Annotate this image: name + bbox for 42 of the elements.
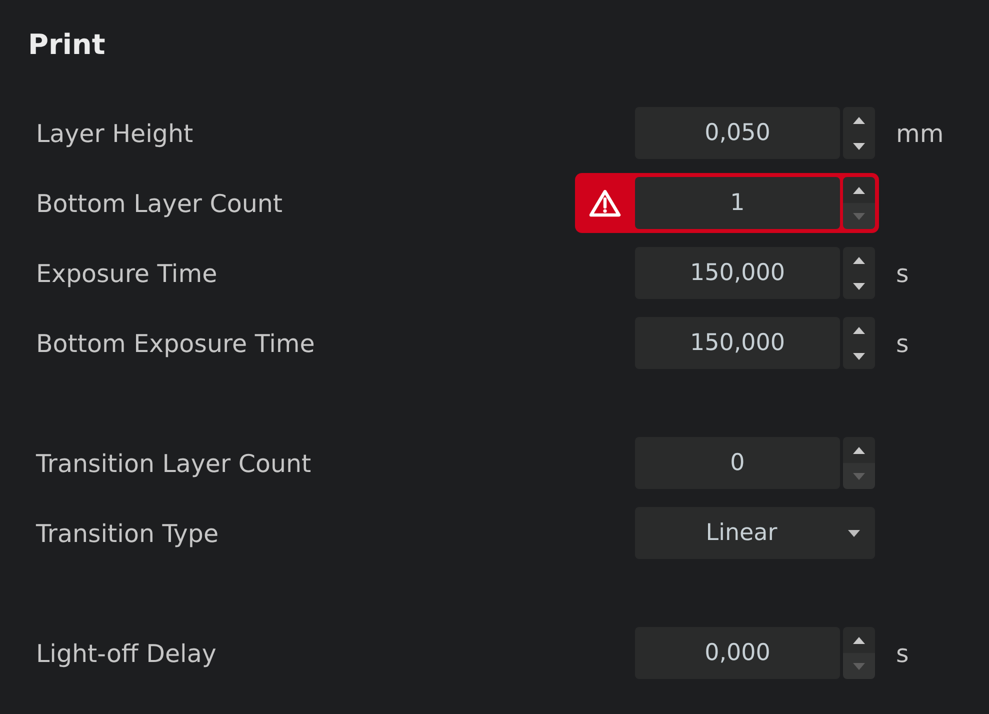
caret-up-icon (853, 116, 865, 124)
increment-button[interactable] (843, 247, 875, 273)
setting-label: Light-off Delay (36, 638, 216, 668)
setting-label: Bottom Exposure Time (36, 328, 315, 358)
caret-down-icon (853, 352, 865, 360)
number-field[interactable]: 0 (635, 437, 840, 489)
caret-down-icon (853, 212, 865, 220)
caret-down-icon (853, 472, 865, 480)
setting-label: Transition Layer Count (36, 448, 312, 478)
number-field[interactable]: 0,050 (635, 107, 840, 159)
section-title: Print (28, 27, 106, 63)
caret-up-icon (853, 256, 865, 264)
caret-up-icon (853, 446, 865, 454)
number-field[interactable]: 150,000 (635, 247, 840, 299)
increment-button[interactable] (843, 177, 875, 203)
decrement-button[interactable] (843, 133, 875, 159)
unit-label: s (896, 328, 909, 358)
unit-label: mm (896, 118, 944, 148)
caret-up-icon (853, 636, 865, 644)
setting-label: Exposure Time (36, 258, 218, 288)
caret-up-icon (853, 326, 865, 334)
increment-button[interactable] (843, 107, 875, 133)
number-field[interactable]: 1 (635, 177, 840, 229)
decrement-button[interactable] (843, 343, 875, 369)
caret-down-icon (848, 530, 860, 536)
number-field[interactable]: 150,000 (635, 317, 840, 369)
increment-button[interactable] (843, 627, 875, 653)
caret-down-icon (853, 662, 865, 670)
increment-button[interactable] (843, 437, 875, 463)
decrement-button[interactable] (843, 273, 875, 299)
increment-button[interactable] (843, 317, 875, 343)
number-field[interactable]: 0,000 (635, 627, 840, 679)
warning-icon (589, 189, 621, 217)
setting-label: Transition Type (36, 518, 219, 548)
setting-label: Bottom Layer Count (36, 188, 283, 218)
dropdown[interactable]: Linear (635, 507, 875, 559)
unit-label: s (896, 638, 909, 668)
unit-label: s (896, 258, 909, 288)
setting-label: Layer Height (36, 118, 194, 148)
caret-down-icon (853, 142, 865, 150)
caret-up-icon (853, 186, 865, 194)
caret-down-icon (853, 282, 865, 290)
